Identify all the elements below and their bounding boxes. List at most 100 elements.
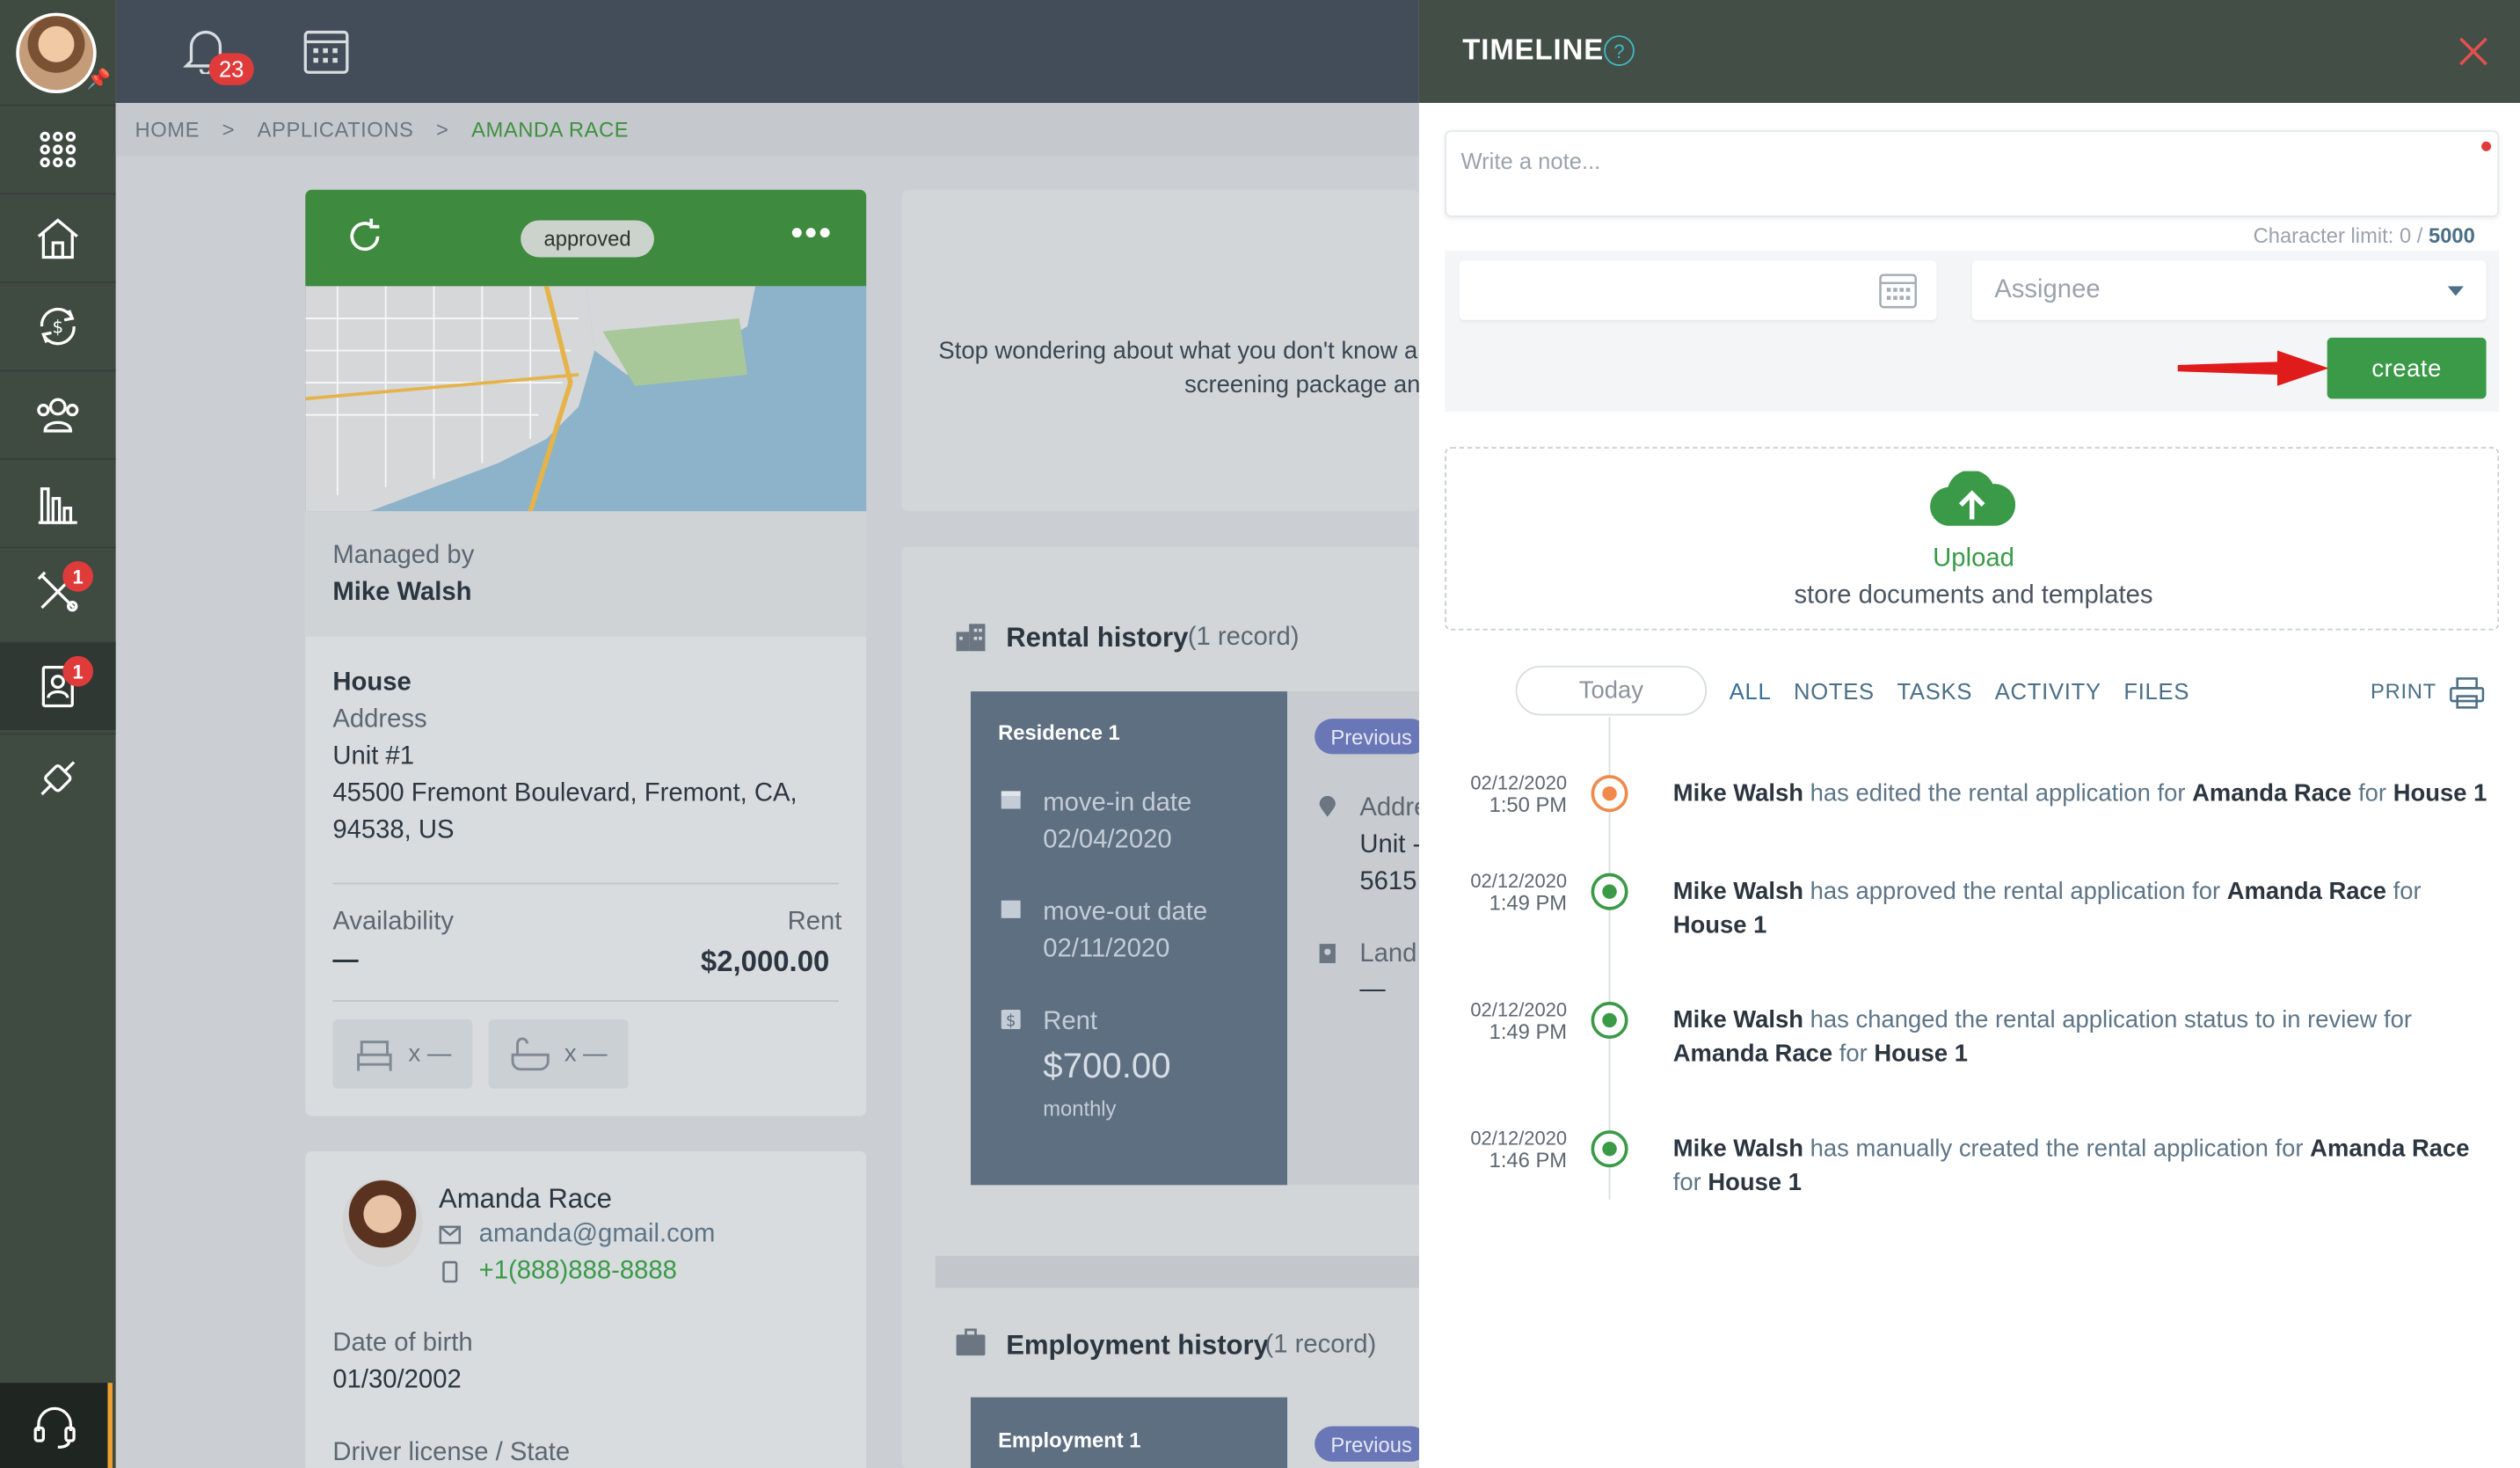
tab-notes[interactable]: NOTES: [1794, 678, 1875, 704]
people-icon: [37, 398, 79, 433]
create-button[interactable]: create: [2327, 337, 2487, 399]
entry-text: Mike Walsh has changed the rental applic…: [1673, 1004, 2501, 1071]
employment-history-title: Employment history: [1006, 1329, 1269, 1361]
entry-time: 1:46 PM: [1489, 1148, 1568, 1172]
bar-chart-icon: [38, 487, 77, 524]
tab-activity[interactable]: ACTIVITY: [1995, 678, 2101, 704]
entry-date: 02/12/2020 1:49 PM: [1468, 870, 1567, 915]
help-icon[interactable]: ?: [1604, 35, 1635, 66]
sidebar-item-reports[interactable]: [0, 458, 116, 547]
required-indicator: [2481, 141, 2492, 151]
availability-label: Availability: [332, 908, 454, 936]
calendar-button[interactable]: [302, 27, 351, 84]
assignee-select[interactable]: Assignee: [1971, 260, 2487, 320]
more-options-icon[interactable]: •••: [790, 212, 833, 254]
sidebar-item-payments[interactable]: $: [0, 281, 116, 370]
entry-subject[interactable]: Amanda Race: [1673, 1041, 1832, 1068]
entry-subject[interactable]: Amanda Race: [2227, 878, 2386, 905]
entry-target[interactable]: House 1: [1708, 1169, 1802, 1196]
apps-grid-icon: [40, 131, 76, 168]
entry-date-day: 02/12/2020: [1470, 771, 1568, 795]
close-icon[interactable]: [2454, 33, 2493, 71]
contact-card-icon: [1319, 944, 1336, 964]
pin-icon[interactable]: 📌: [87, 68, 111, 91]
due-date-input[interactable]: [1459, 260, 1937, 320]
entry-target[interactable]: House 1: [1874, 1041, 1968, 1068]
residence-rent-label: Rent: [1043, 1008, 1098, 1036]
entry-actor[interactable]: Mike Walsh: [1673, 1136, 1803, 1163]
money-cycle-icon: $: [40, 307, 76, 346]
entry-action: has edited the rental application for: [1810, 779, 2186, 807]
manager-name[interactable]: Mike Walsh: [332, 579, 471, 608]
residence-label: Residence 1: [998, 719, 1120, 745]
upload-title: Upload: [1933, 544, 2014, 573]
unit-value: Unit #1: [332, 742, 415, 771]
breadcrumb-applications[interactable]: APPLICATIONS: [258, 117, 414, 141]
assignee-placeholder: Assignee: [1994, 276, 2101, 304]
entry-subject[interactable]: Amanda Race: [2310, 1136, 2469, 1163]
building-icon: [956, 624, 986, 652]
residence-unit: Unit -: [1359, 831, 1422, 859]
sidebar-item-apps[interactable]: [0, 104, 116, 194]
property-type: House: [332, 668, 412, 697]
tenant-phone[interactable]: +1(888)888-8888: [479, 1258, 677, 1287]
entry-target[interactable]: House 1: [1673, 912, 1767, 939]
sidebar-item-maintenance[interactable]: 1: [0, 546, 116, 636]
arrow-annotation-icon: [2177, 350, 2329, 386]
entry-target[interactable]: House 1: [2393, 780, 2487, 807]
baths-chip: x —: [488, 1019, 629, 1089]
managed-by-label: Managed by: [332, 542, 475, 570]
upload-subtitle: store documents and templates: [1794, 581, 2153, 610]
sidebar-item-applications[interactable]: 1: [0, 641, 116, 730]
entry-subject[interactable]: Amanda Race: [2192, 780, 2351, 807]
sidebar-item-people[interactable]: [0, 369, 116, 458]
property-map[interactable]: [305, 286, 867, 512]
tab-tasks[interactable]: TASKS: [1897, 678, 1972, 704]
dob-value: 01/30/2002: [332, 1366, 462, 1394]
promo-line-2: screening package an: [1184, 371, 1421, 399]
entry-actor[interactable]: Mike Walsh: [1673, 780, 1803, 807]
entry-text: Mike Walsh has manually created the rent…: [1673, 1132, 2501, 1200]
beds-value: x —: [408, 1040, 452, 1068]
refresh-icon[interactable]: [346, 217, 384, 256]
entry-time: 1:50 PM: [1489, 792, 1568, 817]
tab-files[interactable]: FILES: [2123, 678, 2189, 704]
sidebar-item-integrations[interactable]: [0, 733, 116, 822]
entry-actor[interactable]: Mike Walsh: [1673, 1006, 1803, 1033]
user-avatar[interactable]: [16, 12, 97, 94]
timeline-title: TIMELINE: [1462, 33, 1605, 66]
print-button[interactable]: PRINT: [2371, 677, 2484, 710]
entry-marker-icon: [1591, 1001, 1628, 1039]
entry-marker-icon: [1591, 1130, 1628, 1168]
breadcrumb-home[interactable]: HOME: [135, 117, 200, 141]
upload-dropzone[interactable]: Upload store documents and templates: [1445, 447, 2500, 631]
note-input[interactable]: Write a note...: [1445, 130, 2500, 217]
move-in-value: 02/04/2020: [1043, 826, 1172, 854]
calendar-icon: [303, 30, 349, 74]
tab-all[interactable]: ALL: [1730, 678, 1772, 704]
entry-actor[interactable]: Mike Walsh: [1673, 878, 1803, 905]
note-placeholder: Write a note...: [1460, 148, 1601, 174]
chevron-right-icon: >: [222, 117, 236, 142]
support-button[interactable]: [0, 1383, 113, 1468]
breadcrumb-current: AMANDA RACE: [471, 117, 630, 142]
sidebar-item-properties[interactable]: [0, 193, 116, 281]
residence-address: 5615: [1359, 868, 1417, 896]
landlord-label: Land: [1359, 940, 1417, 968]
tab-today[interactable]: Today: [1515, 665, 1708, 716]
entry-time: 1:49 PM: [1489, 890, 1568, 916]
baths-value: x —: [564, 1040, 608, 1068]
rental-history-count: (1 record): [1187, 624, 1300, 652]
landlord-value: —: [1359, 975, 1386, 1004]
notifications-count-badge: 23: [208, 53, 254, 85]
entry-marker-icon: [1591, 775, 1628, 813]
residence-rent-period: monthly: [1043, 1096, 1117, 1121]
breadcrumb: HOME > APPLICATIONS > AMANDA RACE: [115, 102, 1419, 157]
divider: [332, 882, 840, 885]
svg-text:$: $: [1006, 1012, 1016, 1030]
chevron-right-icon: >: [436, 117, 449, 142]
section-divider: [935, 1255, 1419, 1289]
tenant-email[interactable]: amanda@gmail.com: [479, 1221, 716, 1250]
entry-action: has approved the rental application for: [1810, 878, 2221, 906]
calendar-icon[interactable]: [1879, 272, 1918, 310]
